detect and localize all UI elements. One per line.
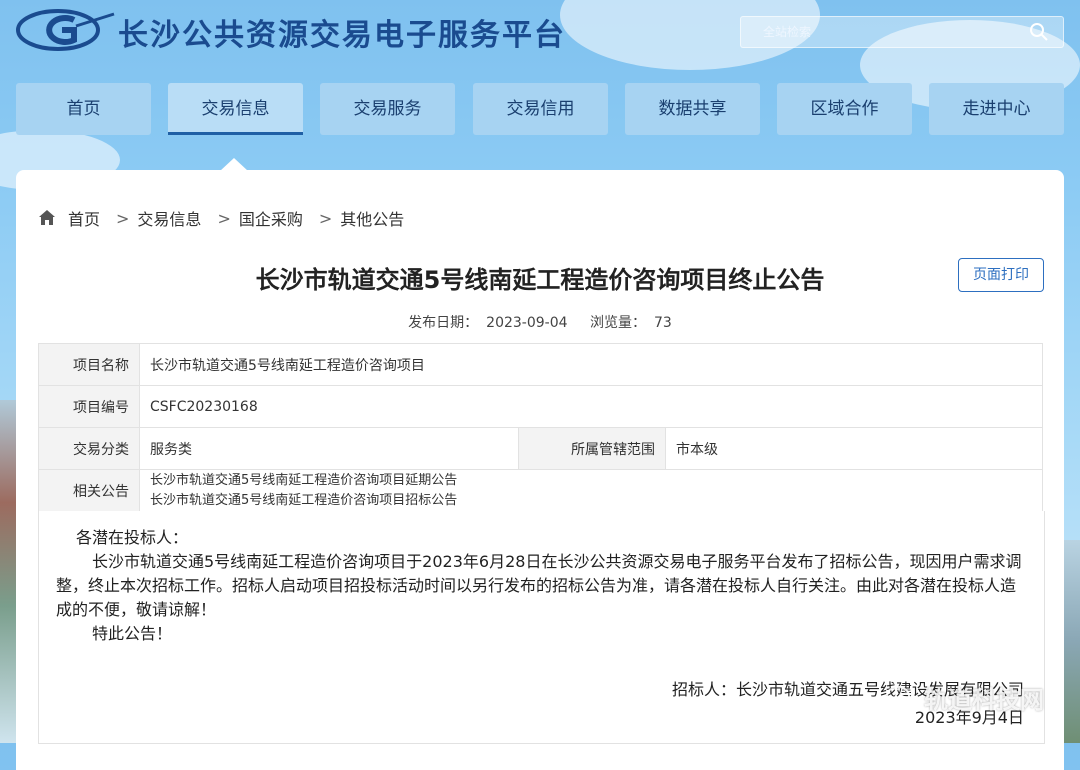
salutation: 各潜在投标人： <box>76 528 189 547</box>
site-header: 长沙公共资源交易电子服务平台 <box>0 0 1080 70</box>
nav-item-home[interactable]: 首页 <box>16 83 151 135</box>
table-row: 项目名称 长沙市轨道交通5号线南延工程造价咨询项目 <box>38 343 1043 386</box>
table-row: 交易分类 服务类 所属管辖范围 市本级 <box>38 427 1043 470</box>
search-icon[interactable] <box>1029 22 1049 42</box>
nav-item-about-center[interactable]: 走进中心 <box>929 83 1064 135</box>
breadcrumb-home[interactable]: 首页 <box>68 206 100 230</box>
project-name-label: 项目名称 <box>38 343 140 386</box>
background-scenery-right <box>1064 540 1080 743</box>
wechat-icon <box>886 685 917 709</box>
related-notices: 长沙市轨道交通5号线南延工程造价咨询项目延期公告 长沙市轨道交通5号线南延工程造… <box>139 469 1043 512</box>
article-meta: 发布日期： 2023-09-04 浏览量： 73 <box>0 312 1080 332</box>
breadcrumb-separator: > <box>217 208 231 228</box>
announcement-content: 各潜在投标人： 长沙市轨道交通5号线南延工程造价咨询项目于2023年6月28日在… <box>56 526 1026 646</box>
table-row: 相关公告 长沙市轨道交通5号线南延工程造价咨询项目延期公告 长沙市轨道交通5号线… <box>38 469 1043 512</box>
site-name: 长沙公共资源交易电子服务平台 <box>118 18 566 53</box>
category-label: 交易分类 <box>38 427 140 470</box>
breadcrumb: 首页 > 交易信息 > 国企采购 > 其他公告 <box>38 206 404 230</box>
views-label: 浏览量： <box>590 315 646 331</box>
breadcrumb-separator: > <box>318 208 333 228</box>
breadcrumb-other-notices[interactable]: 其他公告 <box>340 206 404 230</box>
watermark-text: 轨道科技网 <box>924 686 1044 714</box>
home-icon <box>39 210 55 225</box>
breadcrumb-soe-procurement[interactable]: 国企采购 <box>239 206 303 230</box>
nav-item-data-sharing[interactable]: 数据共享 <box>625 83 760 135</box>
breadcrumb-trade-info[interactable]: 交易信息 <box>137 206 201 230</box>
related-notice-link[interactable]: 长沙市轨道交通5号线南延工程造价咨询项目招标公告 <box>150 491 1032 511</box>
page-title: 长沙市轨道交通5号线南延工程造价咨询项目终止公告 <box>255 266 825 294</box>
project-code-value: CSFC20230168 <box>139 385 1043 428</box>
site-search <box>740 16 1064 48</box>
project-info-table: 项目名称 长沙市轨道交通5号线南延工程造价咨询项目 项目编号 CSFC20230… <box>38 343 1043 512</box>
main-nav: 首页 交易信息 交易服务 交易信用 数据共享 区域合作 走进中心 <box>16 83 1066 137</box>
nav-item-regional-cooperation[interactable]: 区域合作 <box>777 83 912 135</box>
views-count: 73 <box>654 315 672 331</box>
breadcrumb-separator: > <box>116 208 130 228</box>
closing-line: 特此公告！ <box>92 624 173 643</box>
nav-item-trade-credit[interactable]: 交易信用 <box>473 83 608 135</box>
category-value: 服务类 <box>139 427 519 470</box>
publish-date-label: 发布日期： <box>408 315 479 331</box>
background-scenery-left <box>0 400 16 743</box>
publish-date: 2023-09-04 <box>486 315 568 331</box>
scope-value: 市本级 <box>665 427 1043 470</box>
print-button[interactable]: 页面打印 <box>958 258 1044 292</box>
search-input[interactable] <box>741 17 1035 47</box>
watermark: 轨道科技网 <box>886 680 1044 715</box>
project-code-label: 项目编号 <box>38 385 140 428</box>
related-notices-label: 相关公告 <box>38 469 140 512</box>
table-row: 项目编号 CSFC20230168 <box>38 385 1043 428</box>
site-logo[interactable] <box>16 8 116 52</box>
nav-item-trade-service[interactable]: 交易服务 <box>320 83 455 135</box>
announcement-paragraph: 长沙市轨道交通5号线南延工程造价咨询项目于2023年6月28日在长沙公共资源交易… <box>56 552 1022 619</box>
scope-label: 所属管辖范围 <box>518 427 666 470</box>
related-notice-link[interactable]: 长沙市轨道交通5号线南延工程造价咨询项目延期公告 <box>150 471 1032 491</box>
project-name-value: 长沙市轨道交通5号线南延工程造价咨询项目 <box>139 343 1043 386</box>
nav-item-trade-info[interactable]: 交易信息 <box>168 83 303 135</box>
